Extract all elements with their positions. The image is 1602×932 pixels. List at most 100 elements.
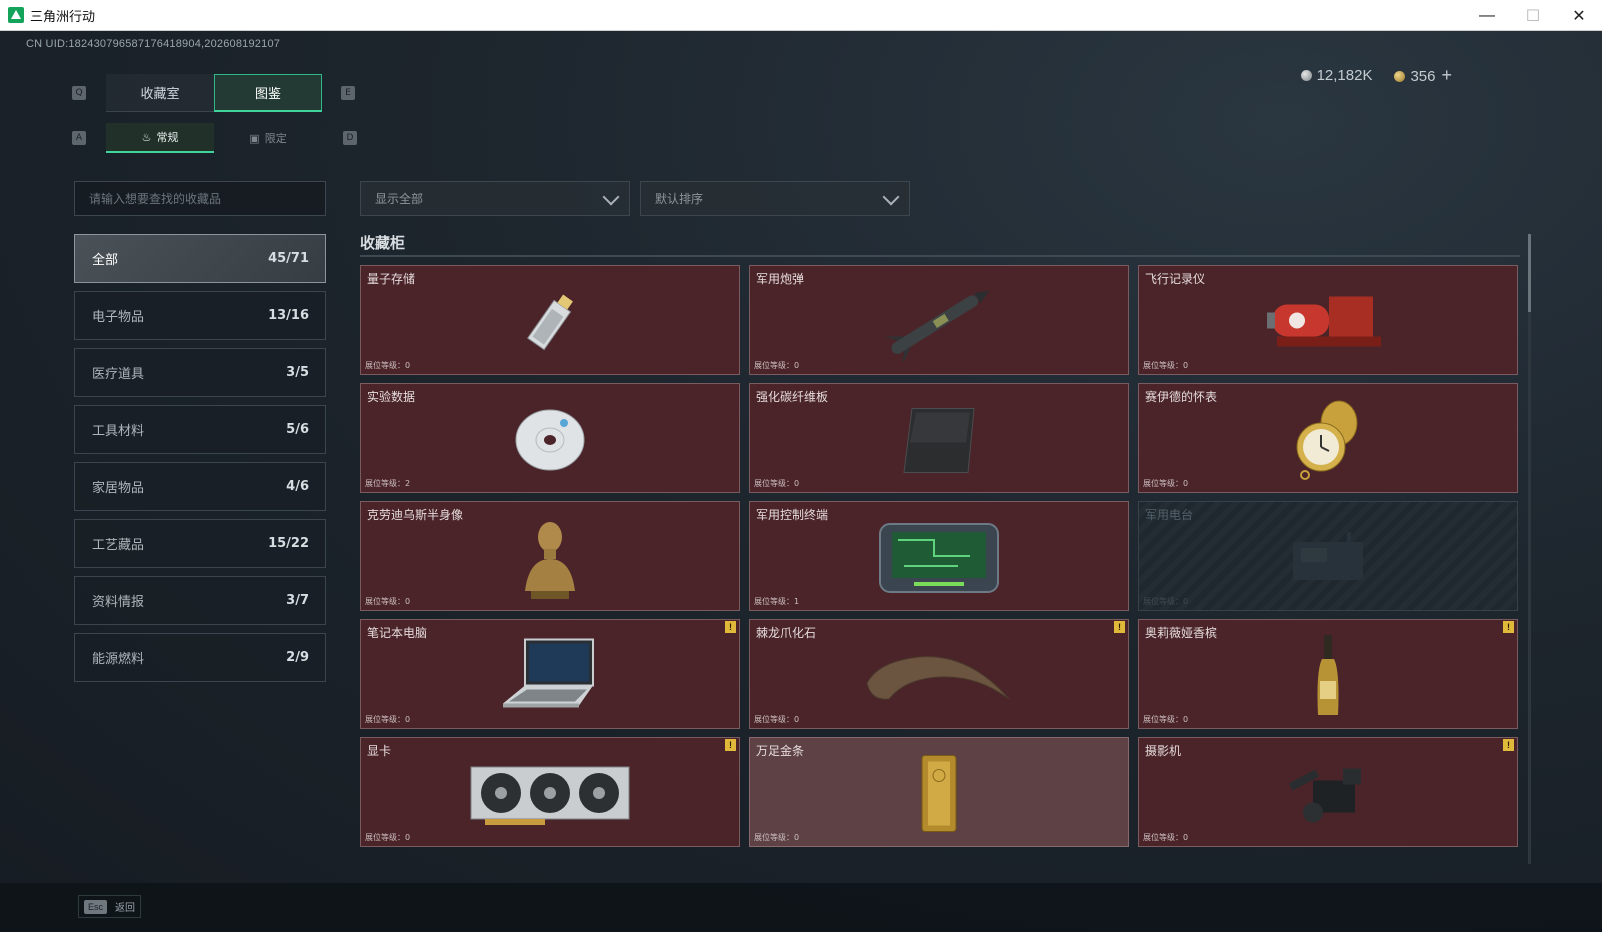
app-logo-icon	[8, 7, 24, 23]
category-count: 2/9	[286, 650, 309, 665]
item-name: 量子存储	[367, 272, 416, 286]
display-level: 展位等级：0	[365, 715, 411, 724]
scrollbar[interactable]	[1528, 234, 1531, 864]
display-level: 展位等级：0	[754, 833, 800, 842]
collection-card[interactable]: 棘龙爪化石 ! 展位等级：0	[749, 619, 1129, 729]
show-filter-dropdown[interactable]: 显示全部	[360, 181, 630, 216]
carbon-plate-icon	[903, 408, 975, 474]
sort-value: 默认排序	[655, 192, 704, 206]
display-level: 展位等级：0	[1143, 479, 1189, 488]
close-icon[interactable]: ✕	[1556, 0, 1602, 31]
item-name: 摄影机	[1145, 744, 1182, 758]
add-currency-button[interactable]: +	[1441, 65, 1452, 85]
item-name: 军用电台	[1145, 508, 1194, 522]
category-count: 3/7	[286, 593, 309, 608]
new-badge: !	[1503, 739, 1514, 751]
item-name: 强化碳纤维板	[756, 390, 829, 404]
laptop-icon	[503, 638, 594, 708]
item-name: 赛伊德的怀表	[1145, 390, 1218, 404]
collection-card[interactable]: 奥莉薇娅香槟 ! 展位等级：0	[1138, 619, 1518, 729]
chevron-down-icon	[602, 188, 620, 206]
category-tools[interactable]: 工具材料 5/6	[74, 405, 326, 454]
category-all[interactable]: 全部 45/71	[74, 234, 326, 283]
champagne-icon	[1317, 635, 1339, 716]
scrollbar-thumb[interactable]	[1528, 234, 1531, 312]
new-badge: !	[1114, 621, 1125, 633]
claw-fossil-icon	[866, 656, 1010, 700]
collection-card[interactable]: 显卡 ! 展位等级：0	[360, 737, 740, 847]
window-title: 三角洲行动	[30, 9, 96, 25]
sort-dropdown[interactable]: 默认排序	[640, 181, 910, 216]
search-input[interactable]: 请输入想要查找的收藏品	[74, 181, 326, 216]
display-level: 展位等级：0	[1143, 715, 1189, 724]
collection-card[interactable]: 量子存储 展位等级：0	[360, 265, 740, 375]
item-name: 笔记本电脑	[367, 626, 428, 640]
subtab-limited-label: 限定	[264, 132, 287, 145]
display-level: 展位等级：0	[365, 597, 411, 606]
control-terminal-icon	[879, 523, 999, 594]
show-filter-value: 显示全部	[375, 192, 424, 206]
collection-card[interactable]: 克劳迪乌斯半身像 展位等级：0	[360, 501, 740, 611]
collection-card[interactable]: 军用控制终端 展位等级：1	[749, 501, 1129, 611]
category-count: 45/71	[268, 251, 309, 266]
radio-icon	[1293, 532, 1363, 581]
category-household[interactable]: 家居物品 4/6	[74, 462, 326, 511]
collection-card[interactable]: 摄影机 ! 展位等级：0	[1138, 737, 1518, 847]
category-crafts[interactable]: 工艺藏品 15/22	[74, 519, 326, 568]
new-badge: !	[725, 739, 736, 751]
silver-currency: 12,182K	[1300, 67, 1373, 84]
tab-catalog[interactable]: 图鉴	[214, 74, 322, 112]
display-level: 展位等级：0	[365, 833, 411, 842]
footer-bar: Esc 返回	[0, 883, 1602, 932]
cabinet-divider	[360, 255, 1520, 257]
category-count: 5/6	[286, 422, 309, 437]
collection-card-locked[interactable]: 军用电台 展位等级：0	[1138, 501, 1518, 611]
subtab-limited[interactable]: ▣ 限定	[214, 123, 322, 153]
collection-card[interactable]: 强化碳纤维板 展位等级：0	[749, 383, 1129, 493]
image-icon: ▣	[249, 131, 260, 145]
collection-card[interactable]: 飞行记录仪 展位等级：0	[1138, 265, 1518, 375]
esc-key-hint: Esc	[84, 899, 108, 914]
flame-icon: ♨	[141, 130, 152, 144]
graphics-card-icon	[470, 766, 630, 826]
category-fuel[interactable]: 能源燃料 2/9	[74, 633, 326, 682]
flight-recorder-icon	[1267, 296, 1381, 347]
collection-card[interactable]: 笔记本电脑 ! 展位等级：0	[360, 619, 740, 729]
display-level: 展位等级：0	[1143, 833, 1189, 842]
back-button[interactable]: Esc 返回	[78, 895, 142, 918]
item-name: 实验数据	[367, 390, 416, 404]
display-level: 展位等级：0	[754, 479, 800, 488]
item-name: 显卡	[367, 744, 392, 758]
category-label: 资料情报	[92, 595, 145, 610]
display-level: 展位等级：0	[1143, 361, 1189, 370]
display-level: 展位等级：0	[1143, 597, 1189, 606]
subtab-regular-label: 常规	[156, 131, 179, 144]
maximize-icon[interactable]: ☐	[1510, 0, 1556, 31]
collection-card[interactable]: 万足金条 展位等级：0	[749, 737, 1129, 847]
category-count: 15/22	[268, 536, 309, 551]
collection-card[interactable]: 实验数据 展位等级：2	[360, 383, 740, 493]
category-electronics[interactable]: 电子物品 13/16	[74, 291, 326, 340]
category-label: 医疗道具	[92, 367, 145, 382]
category-count: 3/5	[286, 365, 309, 380]
category-intel[interactable]: 资料情报 3/7	[74, 576, 326, 625]
item-name: 万足金条	[756, 744, 805, 758]
subtab-regular[interactable]: ♨ 常规	[106, 123, 214, 153]
category-label: 全部	[92, 253, 119, 268]
silver-amount: 12,182K	[1316, 67, 1373, 84]
collection-card[interactable]: 军用炮弹 展位等级：0	[749, 265, 1129, 375]
collection-card[interactable]: 赛伊德的怀表 展位等级：0	[1138, 383, 1518, 493]
disc-icon	[515, 409, 585, 471]
pocket-watch-icon	[1296, 400, 1358, 481]
key-hint-d: D	[343, 131, 357, 145]
minimize-icon[interactable]: —	[1464, 0, 1510, 31]
gold-coin-icon	[1394, 71, 1406, 82]
display-level: 展位等级：0	[365, 361, 411, 370]
back-label: 返回	[115, 903, 136, 914]
item-name: 奥莉薇娅香槟	[1145, 626, 1218, 640]
collection-grid: 量子存储 展位等级：0 军用炮弹 展位等级：0 飞行记录仪 展位等级：0 实验数…	[360, 265, 1520, 879]
item-name: 军用控制终端	[756, 508, 829, 522]
tab-collection-room[interactable]: 收藏室	[106, 74, 214, 112]
gold-bar-icon	[921, 755, 957, 833]
category-medical[interactable]: 医疗道具 3/5	[74, 348, 326, 397]
